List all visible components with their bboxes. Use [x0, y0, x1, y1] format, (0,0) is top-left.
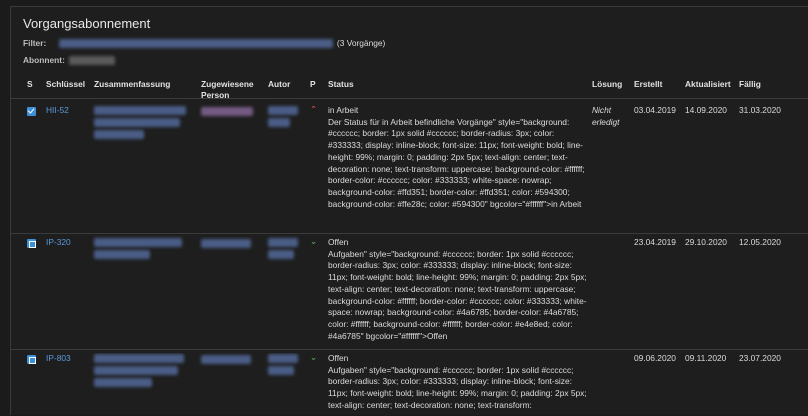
- table-header: S Schlüssel Zusammenfassung Zugewiesene …: [11, 79, 808, 103]
- page-title: Vorgangsabonnement: [23, 16, 151, 31]
- col-autor: Autor: [268, 79, 291, 89]
- header-divider: [11, 98, 808, 99]
- assignee-link[interactable]: [201, 238, 251, 250]
- subscriber-line: Abonnent:: [23, 55, 116, 66]
- task-icon: [27, 355, 36, 364]
- filter-count: (3 Vorgänge): [336, 38, 386, 48]
- status-cell: Offen Aufgaben" style="background: #cccc…: [328, 237, 590, 342]
- summary-link[interactable]: [94, 106, 186, 142]
- filter-line: Filter: (3 Vorgänge): [23, 38, 386, 49]
- table-row: HII-52 ⌃ in Arbeit Der Status für in Arb…: [11, 104, 808, 233]
- updated-date: 09.11.2020: [685, 353, 727, 363]
- created-date: 03.04.2019: [634, 105, 676, 115]
- summary-link[interactable]: [94, 238, 182, 262]
- subscriber-name: [69, 56, 116, 66]
- due-date: 12.05.2020: [739, 237, 781, 247]
- created-date: 09.06.2020: [634, 353, 676, 363]
- status-text: Aufgaben" style="background: #cccccc; bo…: [328, 248, 587, 341]
- due-date: 23.07.2020: [739, 353, 781, 363]
- assignee-link[interactable]: [201, 354, 251, 366]
- updated-date: 29.10.2020: [685, 237, 727, 247]
- col-zusammenfassung: Zusammenfassung: [94, 79, 171, 89]
- subscriber-label: Abonnent:: [23, 55, 65, 65]
- col-status: Status: [328, 79, 354, 89]
- table-row: IP-803 ⌄ Offen Aufgaben" style="backgrou…: [11, 353, 808, 416]
- col-erstellt: Erstellt: [634, 79, 663, 89]
- summary-link[interactable]: [94, 354, 184, 390]
- status-title: Offen: [328, 237, 349, 247]
- status-cell: in Arbeit Der Status für in Arbeit befin…: [328, 105, 590, 210]
- col-loesung: Lösung: [592, 79, 623, 89]
- col-schluessel: Schlüssel: [46, 79, 86, 89]
- status-cell: Offen Aufgaben" style="background: #cccc…: [328, 353, 590, 412]
- author-link[interactable]: [268, 238, 298, 262]
- checkbox-icon: [27, 107, 36, 116]
- status-title: Offen: [328, 353, 349, 363]
- due-date: 31.03.2020: [739, 105, 781, 115]
- double-chevron-down-icon: ⌄: [310, 236, 318, 246]
- table-row: IP-320 ⌄ Offen Aufgaben" style="backgrou…: [11, 236, 808, 349]
- filter-link[interactable]: [58, 39, 333, 49]
- row-divider: [11, 349, 808, 350]
- double-chevron-down-icon: ⌄: [310, 353, 318, 362]
- chevron-up-icon: ⌃: [310, 104, 318, 114]
- col-faellig: Fällig: [739, 79, 761, 89]
- col-prioritaet: P: [310, 79, 316, 89]
- updated-date: 14.09.2020: [685, 105, 727, 115]
- status-title: in Arbeit: [328, 105, 359, 115]
- status-text: Der Status für in Arbeit befindliche Vor…: [328, 116, 585, 209]
- assignee-link[interactable]: [201, 106, 253, 118]
- filter-label: Filter:: [23, 38, 47, 48]
- col-s: S: [27, 79, 33, 89]
- row-divider: [11, 233, 808, 234]
- task-icon: [27, 239, 36, 248]
- status-text: Aufgaben" style="background: #cccccc; bo…: [328, 364, 587, 410]
- created-date: 23.04.2019: [634, 237, 676, 247]
- issue-key-link[interactable]: IP-320: [46, 237, 71, 249]
- col-aktualisiert: Aktualisiert: [685, 79, 731, 89]
- resolution: Nicht erledigt: [592, 105, 620, 127]
- subscription-panel: Vorgangsabonnement Filter: (3 Vorgänge) …: [10, 6, 808, 415]
- author-link[interactable]: [268, 106, 298, 130]
- author-link[interactable]: [268, 354, 298, 378]
- issue-key-link[interactable]: IP-803: [46, 353, 71, 365]
- issue-key-link[interactable]: HII-52: [46, 105, 69, 117]
